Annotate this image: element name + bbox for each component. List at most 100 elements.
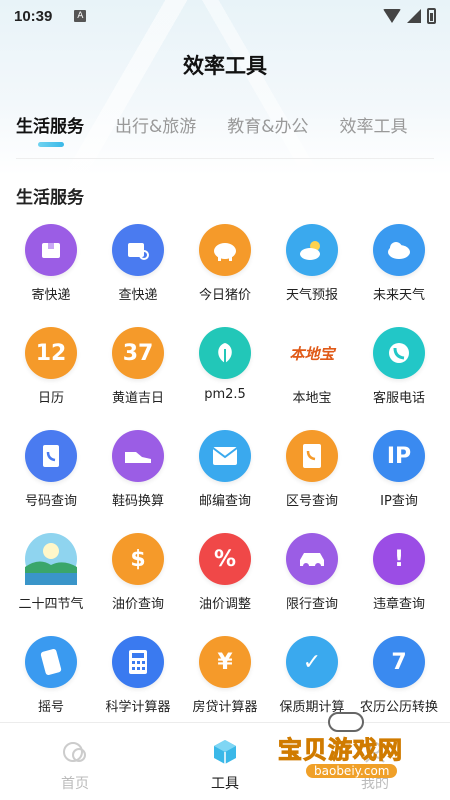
tool-item[interactable]: 摇号: [8, 636, 95, 722]
shoe-icon: [112, 430, 164, 482]
nav-label-tools: 工具: [211, 776, 239, 792]
category-tabs: 生活服务 出行&旅游 教育&办公 效率工具: [16, 112, 439, 137]
tool-item-label: 限行查询: [285, 597, 338, 612]
tool-item[interactable]: 限行查询: [269, 533, 356, 619]
tool-item[interactable]: 科学计算器: [95, 636, 182, 722]
status-bar: 10:39 A: [0, 0, 450, 32]
tool-item-label: 未来天气: [372, 288, 425, 303]
cloud-icon: [373, 224, 425, 276]
tool-item-label: 区号查询: [285, 494, 338, 509]
tab-education-office[interactable]: 教育&办公: [227, 112, 308, 137]
tool-item-label: 二十四节气: [18, 597, 84, 612]
section-title: 生活服务: [16, 188, 84, 208]
home-circles-icon: [63, 742, 86, 762]
tool-item-label: 客服电话: [372, 391, 425, 406]
icon-glyph: 37: [122, 340, 154, 366]
tool-item[interactable]: 鞋码换算: [95, 430, 182, 516]
tool-item[interactable]: % 油价调整: [182, 533, 269, 619]
battery-icon: [427, 8, 436, 24]
bendibao-logo-text: 本地宝: [289, 344, 335, 363]
tool-item[interactable]: 今日猪价: [182, 224, 269, 310]
calendar-icon: 12: [25, 327, 77, 379]
icon-glyph: IP: [386, 443, 412, 469]
tool-item-label: 油价查询: [111, 597, 164, 612]
status-time: 10:39: [14, 7, 53, 25]
tool-item[interactable]: ✓ 保质期计算: [269, 636, 356, 722]
phonebook-icon: [25, 430, 77, 482]
icon-glyph: !: [393, 546, 405, 572]
landscape-icon: [25, 533, 77, 585]
leaf-icon: [199, 327, 251, 379]
page-title: 效率工具: [183, 54, 267, 78]
tool-item[interactable]: ¥ 房贷计算器: [182, 636, 269, 722]
tool-item-label: 天气预报: [285, 288, 338, 303]
icon-glyph: 7: [391, 649, 407, 675]
car-icon: [286, 533, 338, 585]
tool-item-label: 查快递: [118, 288, 158, 303]
tool-item[interactable]: 本地宝 本地宝: [269, 327, 356, 413]
phone-card-icon: [286, 430, 338, 482]
tool-item[interactable]: 区号查询: [269, 430, 356, 516]
watermark-url: baobeiy.com: [306, 764, 398, 778]
tool-item[interactable]: 7 农历公历转换: [356, 636, 443, 722]
weather-sun-cloud-icon: [286, 224, 338, 276]
icon-glyph: $: [130, 546, 146, 572]
tool-item[interactable]: pm2.5: [182, 327, 269, 413]
tool-item[interactable]: 邮编查询: [182, 430, 269, 516]
envelope-icon: [199, 430, 251, 482]
tab-efficiency-tools[interactable]: 效率工具: [340, 112, 408, 137]
calendar-convert-icon: 7: [373, 636, 425, 688]
icon-glyph: ✓: [302, 649, 322, 675]
notification-icon: A: [74, 10, 87, 22]
status-indicators: [383, 8, 436, 24]
nav-label-home: 首页: [61, 776, 89, 792]
tool-item-label: 油价调整: [198, 597, 251, 612]
house-loan-icon: ¥: [199, 636, 251, 688]
tool-item-label: 本地宝: [292, 391, 332, 406]
active-tab-indicator: [38, 142, 64, 147]
tool-item[interactable]: 查快递: [95, 224, 182, 310]
percent-tag-icon: %: [199, 533, 251, 585]
lucky-day-calendar-icon: 37: [112, 327, 164, 379]
tab-life-services[interactable]: 生活服务: [16, 112, 84, 137]
tool-item[interactable]: $ 油价查询: [95, 533, 182, 619]
tool-item[interactable]: 未来天气: [356, 224, 443, 310]
shield-check-icon: ✓: [286, 636, 338, 688]
tool-item[interactable]: 天气预报: [269, 224, 356, 310]
tool-item-label: 今日猪价: [198, 288, 251, 303]
icon-glyph: 12: [35, 340, 67, 366]
nav-item-home[interactable]: 首页: [0, 723, 150, 800]
dollar-coin-icon: $: [112, 533, 164, 585]
watermark-text: 宝贝游戏网: [278, 736, 403, 765]
tool-item-label: 摇号: [37, 700, 64, 715]
tool-item[interactable]: 号码查询: [8, 430, 95, 516]
tool-item-label: 房贷计算器: [192, 700, 258, 715]
tool-item[interactable]: 寄快递: [8, 224, 95, 310]
calculator-icon: [112, 636, 164, 688]
phone-shake-icon: [25, 636, 77, 688]
tool-item-label: 号码查询: [24, 494, 77, 509]
tool-item-label: 鞋码换算: [111, 494, 164, 509]
cube-icon: [214, 740, 236, 764]
warning-icon: !: [373, 533, 425, 585]
tool-item[interactable]: IP IP查询: [356, 430, 443, 516]
tool-item-label: 科学计算器: [105, 700, 171, 715]
tab-travel[interactable]: 出行&旅游: [115, 112, 196, 137]
tool-item-label: 寄快递: [31, 288, 71, 303]
tool-item-label: 邮编查询: [198, 494, 251, 509]
pig-icon: [199, 224, 251, 276]
tool-item[interactable]: 客服电话: [356, 327, 443, 413]
tool-item[interactable]: 12 日历: [8, 327, 95, 413]
tool-item-label: 违章查询: [372, 597, 425, 612]
divider: [16, 158, 434, 159]
tool-item[interactable]: ! 违章查询: [356, 533, 443, 619]
signal-icon: [407, 9, 421, 23]
tool-item-label: pm2.5: [204, 387, 246, 402]
gamepad-icon: [328, 712, 364, 732]
tool-item[interactable]: 37 黄道吉日: [95, 327, 182, 413]
tool-item[interactable]: 二十四节气: [8, 533, 95, 619]
watermark: 宝贝游戏网 baobeiy.com: [278, 712, 446, 788]
phone-icon: [373, 327, 425, 379]
parcel-send-icon: [25, 224, 77, 276]
wifi-icon: [383, 9, 401, 23]
